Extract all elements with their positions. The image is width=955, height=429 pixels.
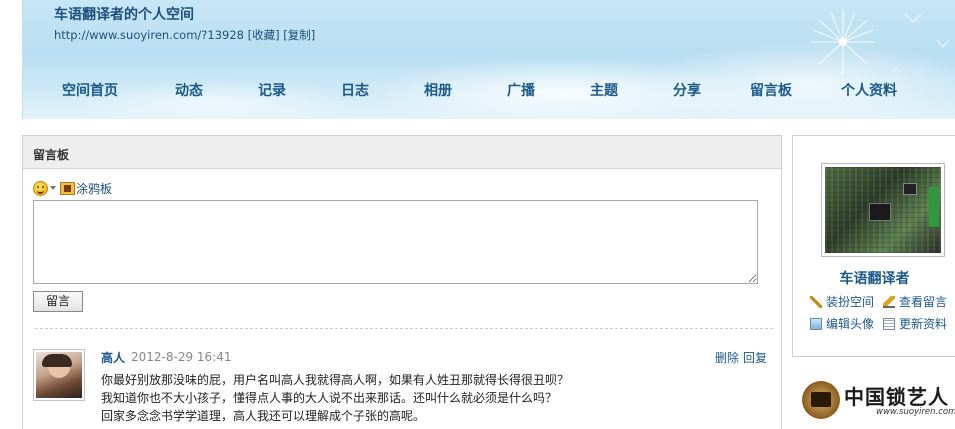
space-url-link[interactable]: http://www.suoyiren.com/?13928 [54,28,244,42]
entry-body: 你最好别放那没味的屁，用户名叫高人我就得高人啊，如果有人姓丑那就得长得很丑呗？ … [101,371,771,425]
view-messages-link[interactable]: 查看留言 [883,293,947,310]
update-profile-label: 更新资料 [899,317,948,331]
nav-item-broadcast[interactable]: 广播 [507,80,535,100]
seal-icon [802,381,840,419]
entry-time: 2012-8-29 16:41 [131,350,232,364]
guestbook-toolbar: 涂鸦板 [33,179,112,197]
nav-item-guestbook[interactable]: 留言板 [750,80,792,100]
reply-link[interactable]: 回复 [743,349,767,366]
graffiti-board-icon[interactable] [60,181,75,195]
space-header: 车语翻译者的个人空间 http://www.suoyiren.com/?1392… [22,0,955,119]
smiley-icon[interactable] [33,180,48,196]
entry-author[interactable]: 高人 [101,349,125,366]
edit-avatar-link[interactable]: 编辑头像 [810,315,874,332]
chevron-down-icon[interactable] [50,186,56,190]
avatar[interactable] [33,349,85,401]
profile-name[interactable]: 车语翻译者 [793,268,955,288]
nav-item-feed[interactable]: 动态 [175,80,203,100]
entry-line: 我知道你也不大小孩子，懂得点人事的大人说不出来那话。还叫什么就必须是什么吗？ [101,391,558,405]
site-watermark-logo: 中国锁艺人 www.suoyiren.com [800,378,955,423]
update-profile-link[interactable]: 更新资料 [883,315,947,332]
graffiti-board-link[interactable]: 涂鸦板 [76,180,112,197]
profile-photo[interactable] [821,163,945,257]
photo-icon [810,317,822,330]
delete-link[interactable]: 删除 [715,349,739,366]
divider [35,328,773,329]
message-input[interactable] [33,200,758,284]
nav-item-topics[interactable]: 主题 [590,80,618,100]
nav-item-profile[interactable]: 个人资料 [841,80,897,100]
profile-sidebar: 车语翻译者 装扮空间 查看留言 编辑头像 更新资料 [792,135,955,357]
edit-avatar-label: 编辑头像 [826,317,875,331]
space-url: http://www.suoyiren.com/?13928 [收藏] [复制] [54,27,315,43]
watermark-url: www.suoyiren.com [876,407,955,417]
nav-item-blog[interactable]: 日志 [341,80,369,100]
watermark-text: 中国锁艺人 [844,385,949,409]
dress-up-space-link[interactable]: 装扮空间 [810,293,874,310]
guestbook-title: 留言板 [23,136,781,169]
entry-line: 你最好别放那没味的屁，用户名叫高人我就得高人啊，如果有人姓丑那就得长得很丑呗？ [101,373,570,387]
dandelion-decoration-icon [811,10,950,74]
pencil-icon [883,295,895,308]
space-nav: 空间首页 动态 记录 日志 相册 广播 主题 分享 留言板 个人资料 [23,80,955,102]
nav-item-records[interactable]: 记录 [258,80,286,100]
guestbook-panel: 留言板 涂鸦板 留言 高人 2012-8-29 16:41 删除 回复 你最好别… [22,135,782,429]
copy-link[interactable]: [复制] [283,28,315,42]
dress-up-space-label: 装扮空间 [826,295,875,309]
nav-item-share[interactable]: 分享 [673,80,701,100]
submit-message-button[interactable]: 留言 [33,291,83,312]
space-title[interactable]: 车语翻译者的个人空间 [54,4,194,24]
dress-up-icon [810,295,822,308]
nav-item-home[interactable]: 空间首页 [62,80,118,100]
entry-line: 回家多念念书学学道理，高人我还可以理解成个子张的高呢。 [101,409,426,423]
favorite-link[interactable]: [收藏] [248,28,280,42]
nav-item-album[interactable]: 相册 [424,80,452,100]
profile-card-icon [883,317,895,330]
view-messages-label: 查看留言 [899,295,948,309]
